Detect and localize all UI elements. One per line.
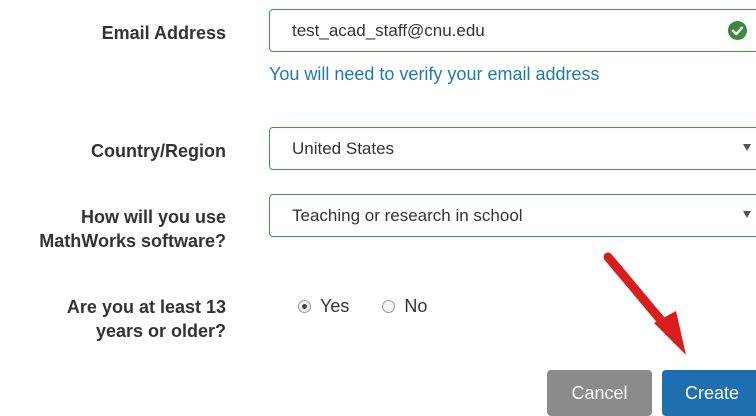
chevron-down-icon [743, 211, 751, 218]
age-radio-no-label: No [404, 296, 428, 316]
age-radio-yes[interactable]: Yes [298, 296, 349, 317]
age-label: Are you at least 13 years or older? [66, 297, 226, 341]
email-value: test_acad_staff@cnu.edu [292, 20, 485, 40]
cancel-button[interactable]: Cancel [547, 370, 652, 416]
email-verify-hint: You will need to verify your email addre… [269, 64, 600, 84]
age-radio-group: Yes No [298, 296, 460, 317]
check-circle-icon [728, 21, 747, 40]
usage-selected-value: Teaching or research in school [292, 205, 523, 225]
age-radio-yes-label: Yes [320, 296, 350, 316]
usage-select[interactable]: Teaching or research in school [269, 194, 756, 237]
email-label: Email Address [101, 23, 226, 43]
chevron-down-icon [743, 144, 751, 151]
create-button[interactable]: Create [662, 370, 756, 416]
radio-unchecked-icon[interactable] [382, 300, 396, 313]
country-select[interactable]: United States [269, 127, 756, 170]
country-selected-value: United States [292, 138, 395, 158]
country-label: Country/Region [91, 141, 226, 161]
usage-label: How will you use MathWorks software? [39, 207, 226, 251]
email-field[interactable]: test_acad_staff@cnu.edu [269, 9, 756, 52]
age-radio-no[interactable]: No [382, 296, 427, 317]
red-arrow-icon [603, 252, 686, 355]
radio-checked-icon[interactable] [298, 300, 311, 313]
